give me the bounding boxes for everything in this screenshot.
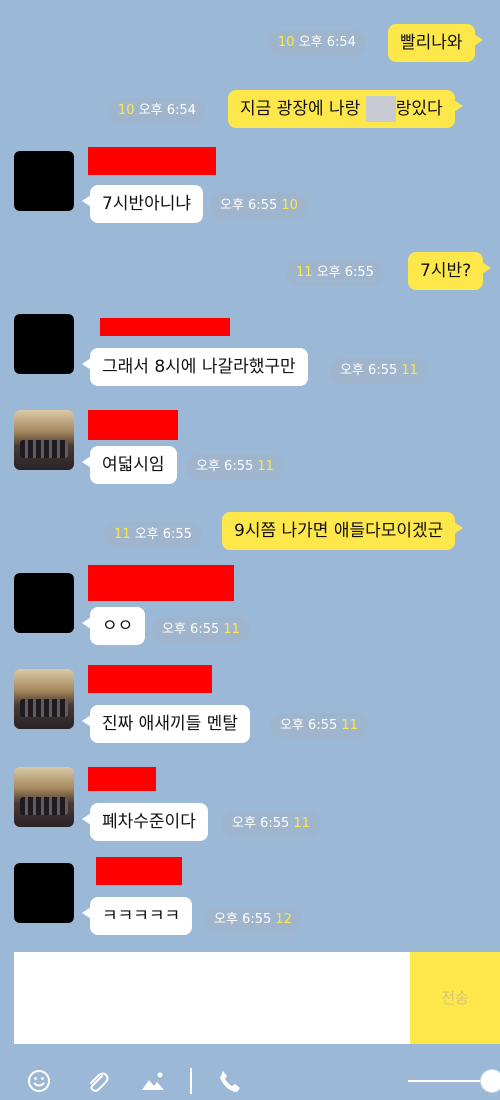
avatar[interactable] [14, 314, 74, 374]
avatar[interactable] [14, 767, 74, 827]
message-time: 오후 6:55 [196, 459, 254, 474]
message-bubble[interactable]: 7시반아니냐 [81, 185, 204, 223]
unread-count: 10 [281, 198, 298, 213]
avatar[interactable] [14, 573, 74, 633]
message-meta: 오후 6:55 11 [270, 713, 368, 739]
message-time: 오후 6:55 [162, 622, 220, 637]
attachment-icon[interactable] [84, 1068, 110, 1094]
emoji-icon[interactable] [26, 1068, 52, 1094]
message-text: 랑있다 [395, 99, 443, 119]
message-meta: 10 오후 6:54 [268, 30, 366, 56]
message-time: 오후 6:54 [298, 35, 356, 50]
redacted-name [88, 410, 178, 440]
unread-count: 11 [401, 363, 418, 378]
message-bubble[interactable]: 그래서 8시에 나갈라했구만 [82, 348, 308, 386]
unread-count: 12 [275, 912, 292, 927]
message-time: 오후 6:55 [340, 363, 398, 378]
message-time: 오후 6:55 [316, 265, 374, 280]
redacted-name [88, 147, 216, 175]
message-bubble[interactable]: 7시반? [408, 252, 492, 290]
message-bubble[interactable]: 여덟시임 [82, 446, 177, 484]
send-button[interactable]: 전송 [410, 952, 500, 1044]
message-bubble[interactable]: 빨리나와 [388, 24, 483, 62]
message-bubble[interactable]: ㅋㅋㅋㅋㅋ [81, 897, 193, 935]
message-meta: 오후 6:55 11 [186, 454, 284, 480]
unread-count: 11 [114, 527, 131, 542]
slider-knob[interactable] [480, 1069, 500, 1093]
image-icon[interactable] [140, 1068, 166, 1094]
redacted-name [88, 565, 234, 601]
message-meta: 오후 6:55 11 [330, 358, 428, 384]
message-bubble[interactable]: 9시쯤 나가면 애들다모이겠군 [222, 512, 464, 550]
unread-count: 10 [278, 35, 295, 50]
message-time: 오후 6:55 [214, 912, 272, 927]
avatar[interactable] [14, 410, 74, 470]
message-meta: 오후 6:55 11 [222, 811, 320, 837]
message-time: 오후 6:55 [280, 718, 338, 733]
unread-count: 11 [257, 459, 274, 474]
unread-count: 11 [223, 622, 240, 637]
redacted-name [96, 857, 182, 885]
message-bubble[interactable]: ㅇㅇ [81, 607, 146, 645]
message-meta: 11 오후 6:55 [286, 260, 384, 286]
phone-icon[interactable] [216, 1068, 242, 1094]
redacted-name [100, 318, 230, 336]
message-meta: 11 오후 6:55 [104, 522, 202, 548]
bottom-toolbar [0, 1044, 500, 1100]
unread-count: 11 [296, 265, 313, 280]
avatar[interactable] [14, 669, 74, 729]
message-input[interactable] [14, 952, 410, 1044]
censor-block [365, 96, 396, 122]
message-meta: 오후 6:55 12 [204, 907, 302, 933]
message-time: 오후 6:55 [232, 816, 290, 831]
chat-area[interactable]: 10 오후 6:54 빨리나와 10 오후 6:54 지금 광장에 나랑 랑있다… [0, 0, 500, 950]
unread-count: 11 [341, 718, 358, 733]
message-bubble[interactable]: 진짜 애새끼들 멘탈 [82, 705, 250, 743]
message-bubble[interactable]: 지금 광장에 나랑 랑있다 [228, 90, 463, 128]
message-time: 오후 6:55 [220, 198, 278, 213]
redacted-name [88, 767, 156, 791]
message-bubble[interactable]: 폐차수준이다 [82, 803, 208, 841]
message-meta: 10 오후 6:54 [108, 98, 206, 124]
message-meta: 오후 6:55 10 [210, 193, 308, 219]
message-time: 오후 6:54 [138, 103, 196, 118]
toolbar-divider [190, 1068, 192, 1094]
message-meta: 오후 6:55 11 [152, 617, 250, 643]
unread-count: 10 [118, 103, 135, 118]
redacted-name [88, 665, 212, 693]
message-time: 오후 6:55 [134, 527, 192, 542]
slider-track[interactable] [408, 1080, 488, 1082]
unread-count: 11 [293, 816, 310, 831]
message-text: 지금 광장에 나랑 [240, 99, 361, 119]
avatar[interactable] [14, 863, 74, 923]
avatar[interactable] [14, 151, 74, 211]
